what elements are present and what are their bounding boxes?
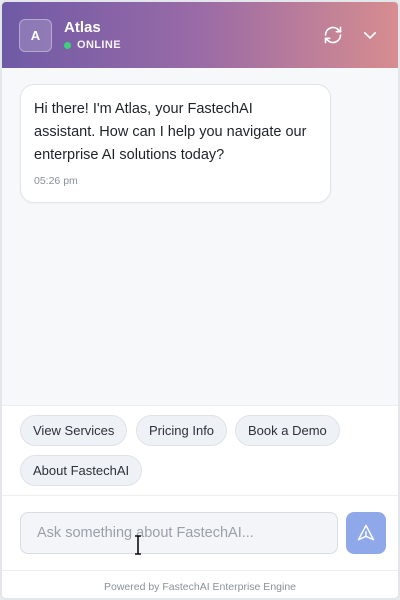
footer: Powered by FastechAI Enterprise Engine (2, 570, 398, 598)
online-dot-icon (64, 41, 71, 49)
quick-reply-about[interactable]: About FastechAI (20, 455, 143, 486)
chat-header: A Atlas ONLINE (2, 2, 398, 68)
bot-name: Atlas (64, 19, 101, 36)
collapse-button[interactable] (357, 22, 383, 48)
quick-reply-book-demo[interactable]: Book a Demo (235, 415, 340, 446)
chevron-down-icon (363, 31, 377, 39)
message-text: Hi there! I'm Atlas, your FastechAI assi… (34, 101, 307, 163)
bot-message: Hi there! I'm Atlas, your FastechAI assi… (20, 84, 331, 203)
send-button[interactable] (346, 512, 386, 554)
bot-avatar: A (19, 19, 52, 52)
composer (2, 495, 398, 570)
text-cursor-icon (135, 535, 141, 555)
quick-reply-pricing-info[interactable]: Pricing Info (136, 415, 228, 446)
refresh-button[interactable] (320, 22, 346, 48)
status-text: ONLINE (77, 39, 121, 51)
status-indicator: ONLINE (64, 39, 121, 51)
message-input[interactable] (20, 512, 338, 554)
message-list: Hi there! I'm Atlas, your FastechAI assi… (2, 68, 398, 405)
message-timestamp: 05:26 pm (34, 175, 78, 187)
quick-replies: View Services Pricing Info Book a Demo A… (2, 405, 398, 495)
quick-reply-view-services[interactable]: View Services (20, 415, 128, 446)
send-icon (357, 524, 375, 541)
chat-widget: A Atlas ONLINE Hi there! I'm Atlas, your… (0, 0, 400, 600)
refresh-icon (324, 26, 342, 44)
